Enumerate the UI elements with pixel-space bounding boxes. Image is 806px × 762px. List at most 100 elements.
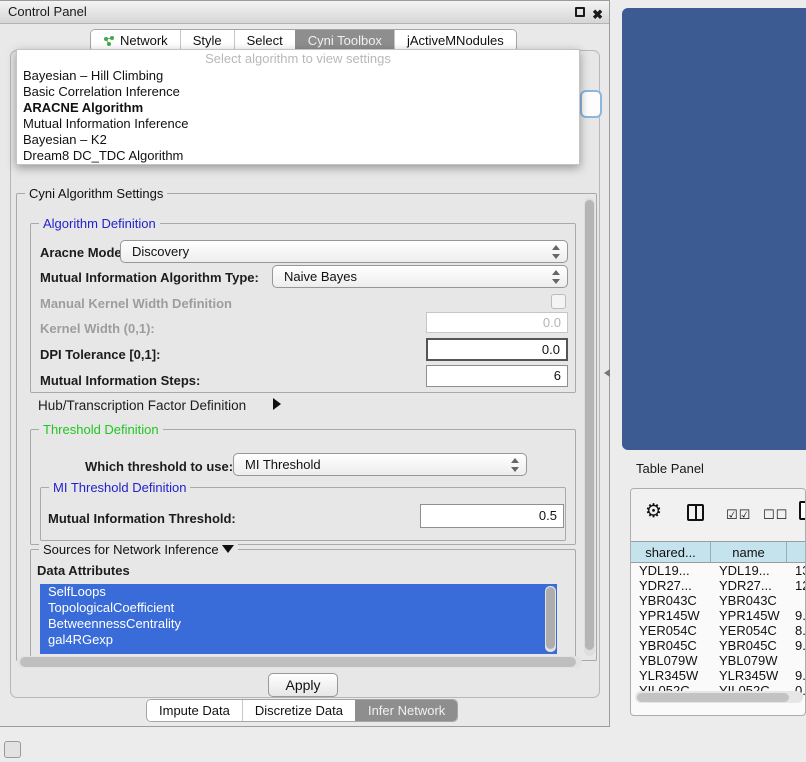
node-table: shared... name YDL19... YDL19... 13 YDR2… bbox=[631, 541, 806, 698]
checked-checkboxes-icon[interactable]: ☑☑ bbox=[726, 508, 751, 523]
stepper-icon bbox=[552, 245, 560, 259]
column-header-name[interactable]: name bbox=[711, 542, 787, 562]
table-cell[interactable]: YLR345W bbox=[631, 668, 711, 683]
algorithm-option[interactable]: Bayesian – Hill Climbing bbox=[17, 68, 579, 84]
control-panel-title: Control Panel bbox=[8, 4, 87, 19]
table-cell[interactable]: YBR045C bbox=[711, 638, 787, 653]
table-cell[interactable]: YDL19... bbox=[711, 563, 787, 578]
algorithm-option[interactable]: Basic Correlation Inference bbox=[17, 84, 579, 100]
gear-icon[interactable]: ⚙ bbox=[645, 502, 662, 521]
table-row[interactable]: YPR145W YPR145W 9. bbox=[631, 608, 806, 623]
table-cell[interactable]: YBR043C bbox=[711, 593, 787, 608]
attribute-list-scrollbar[interactable] bbox=[545, 586, 556, 652]
table-row[interactable]: YBR043C YBR043C bbox=[631, 593, 806, 608]
mi-type-label: Mutual Information Algorithm Type: bbox=[40, 270, 259, 285]
tab-select-label: Select bbox=[247, 30, 283, 51]
which-threshold-select[interactable]: MI Threshold bbox=[233, 453, 527, 476]
mi-threshold-label: Mutual Information Threshold: bbox=[48, 511, 236, 526]
manual-kernel-label: Manual Kernel Width Definition bbox=[40, 296, 232, 311]
table-cell[interactable]: YBR045C bbox=[631, 638, 711, 653]
close-icon[interactable]: ✖ bbox=[592, 4, 603, 26]
table-cell[interactable] bbox=[787, 593, 806, 608]
splitter-collapse-icon[interactable] bbox=[604, 369, 610, 377]
table-cell[interactable]: YER054C bbox=[631, 623, 711, 638]
tab-cyni-toolbox[interactable]: Cyni Toolbox bbox=[295, 30, 394, 51]
tab-infer-network-label: Infer Network bbox=[368, 700, 445, 721]
tab-impute-data[interactable]: Impute Data bbox=[147, 700, 242, 721]
table-cell[interactable]: YDR27... bbox=[631, 578, 711, 593]
table-panel: ⚙ ☑☑ ☐☐ shared... name YDL19... YDL19...… bbox=[630, 488, 806, 716]
algorithm-option[interactable]: Bayesian – K2 bbox=[17, 132, 579, 148]
table-row[interactable]: YBL079W YBL079W bbox=[631, 653, 806, 668]
algorithm-option[interactable]: Dream8 DC_TDC Algorithm bbox=[17, 148, 579, 164]
attribute-item[interactable]: BetweennessCentrality bbox=[40, 616, 557, 632]
table-row[interactable]: YDR27... YDR27... 12 bbox=[631, 578, 806, 593]
table-cell[interactable]: YDL19... bbox=[631, 563, 711, 578]
algorithm-definition-title: Algorithm Definition bbox=[39, 216, 160, 231]
data-attributes-label: Data Attributes bbox=[37, 563, 130, 578]
aracne-mode-select[interactable]: Discovery bbox=[120, 240, 568, 263]
tab-jactivemnodules-label: jActiveMNodules bbox=[407, 30, 504, 51]
table-cell[interactable]: 12 bbox=[787, 578, 806, 593]
algorithm-dropdown-popup: Select algorithm to view settings Bayesi… bbox=[16, 49, 580, 165]
unchecked-checkboxes-icon[interactable]: ☐☐ bbox=[763, 508, 788, 523]
settings-horizontal-scrollbar[interactable] bbox=[17, 656, 582, 668]
table-cell[interactable]: YBL079W bbox=[711, 653, 787, 668]
cyni-bottom-tab-bar: Impute Data Discretize Data Infer Networ… bbox=[146, 699, 458, 722]
column-view-icon[interactable] bbox=[687, 504, 704, 521]
table-cell[interactable]: 8. bbox=[787, 623, 806, 638]
tab-style[interactable]: Style bbox=[180, 30, 234, 51]
table-cell[interactable]: YER054C bbox=[711, 623, 787, 638]
float-window-icon[interactable] bbox=[575, 7, 585, 17]
table-cell[interactable]: YBR043C bbox=[631, 593, 711, 608]
table-cell[interactable] bbox=[787, 653, 806, 668]
settings-vertical-scrollbar[interactable] bbox=[584, 198, 595, 656]
mi-steps-field[interactable]: 6 bbox=[426, 365, 568, 387]
dpi-tolerance-field[interactable]: 0.0 bbox=[426, 338, 568, 361]
expand-section-icon[interactable] bbox=[273, 398, 281, 410]
file-icon[interactable] bbox=[799, 501, 806, 520]
tab-select[interactable]: Select bbox=[234, 30, 295, 51]
stepper-icon bbox=[511, 458, 519, 472]
table-cell[interactable]: 13 bbox=[787, 563, 806, 578]
table-row[interactable]: YER054C YER054C 8. bbox=[631, 623, 806, 638]
network-tab-icon bbox=[103, 35, 115, 47]
aracne-mode-label: Aracne Mode: bbox=[40, 245, 126, 260]
kernel-width-field[interactable]: 0.0 bbox=[426, 312, 568, 333]
mi-algorithm-type-select[interactable]: Naive Bayes bbox=[272, 265, 568, 288]
control-panel-titlebar: Control Panel ✖ bbox=[0, 1, 609, 24]
mi-threshold-group-title: MI Threshold Definition bbox=[49, 480, 190, 495]
apply-button[interactable]: Apply bbox=[268, 673, 338, 697]
collapsed-panel-icon[interactable] bbox=[4, 741, 21, 758]
manual-kernel-checkbox[interactable] bbox=[551, 294, 566, 309]
algorithm-option[interactable]: Mutual Information Inference bbox=[17, 116, 579, 132]
table-cell[interactable]: YPR145W bbox=[711, 608, 787, 623]
attribute-item[interactable]: gal4RGexp bbox=[40, 632, 557, 648]
tab-jactivemnodules[interactable]: jActiveMNodules bbox=[394, 30, 516, 51]
attribute-item[interactable]: TopologicalCoefficient bbox=[40, 600, 557, 616]
threshold-definition-title: Threshold Definition bbox=[39, 422, 163, 437]
table-row[interactable]: YDL19... YDL19... 13 bbox=[631, 563, 806, 578]
table-horizontal-scrollbar[interactable] bbox=[635, 691, 803, 703]
table-cell[interactable]: 9. bbox=[787, 638, 806, 653]
tab-infer-network[interactable]: Infer Network bbox=[355, 700, 457, 721]
attribute-item[interactable]: SelfLoops bbox=[40, 584, 557, 600]
tab-discretize-data[interactable]: Discretize Data bbox=[242, 700, 355, 721]
table-row[interactable]: YBR045C YBR045C 9. bbox=[631, 638, 806, 653]
mi-type-value: Naive Bayes bbox=[284, 269, 357, 284]
column-header-shared[interactable]: shared... bbox=[631, 542, 711, 562]
screen: Control Panel ✖ Network Style Select Cyn… bbox=[0, 0, 806, 762]
collapse-section-icon[interactable] bbox=[222, 545, 234, 553]
which-threshold-label: Which threshold to use: bbox=[85, 459, 233, 474]
table-cell[interactable]: 9. bbox=[787, 608, 806, 623]
table-cell[interactable]: 9. bbox=[787, 668, 806, 683]
table-cell[interactable]: YLR345W bbox=[711, 668, 787, 683]
algorithm-option-selected[interactable]: ARACNE Algorithm bbox=[17, 100, 579, 116]
table-cell[interactable]: YBL079W bbox=[631, 653, 711, 668]
column-header-cut[interactable] bbox=[787, 542, 806, 562]
table-cell[interactable]: YPR145W bbox=[631, 608, 711, 623]
tab-network[interactable]: Network bbox=[91, 30, 180, 51]
table-row[interactable]: YLR345W YLR345W 9. bbox=[631, 668, 806, 683]
mi-threshold-field[interactable]: 0.5 bbox=[420, 504, 564, 528]
table-cell[interactable]: YDR27... bbox=[711, 578, 787, 593]
